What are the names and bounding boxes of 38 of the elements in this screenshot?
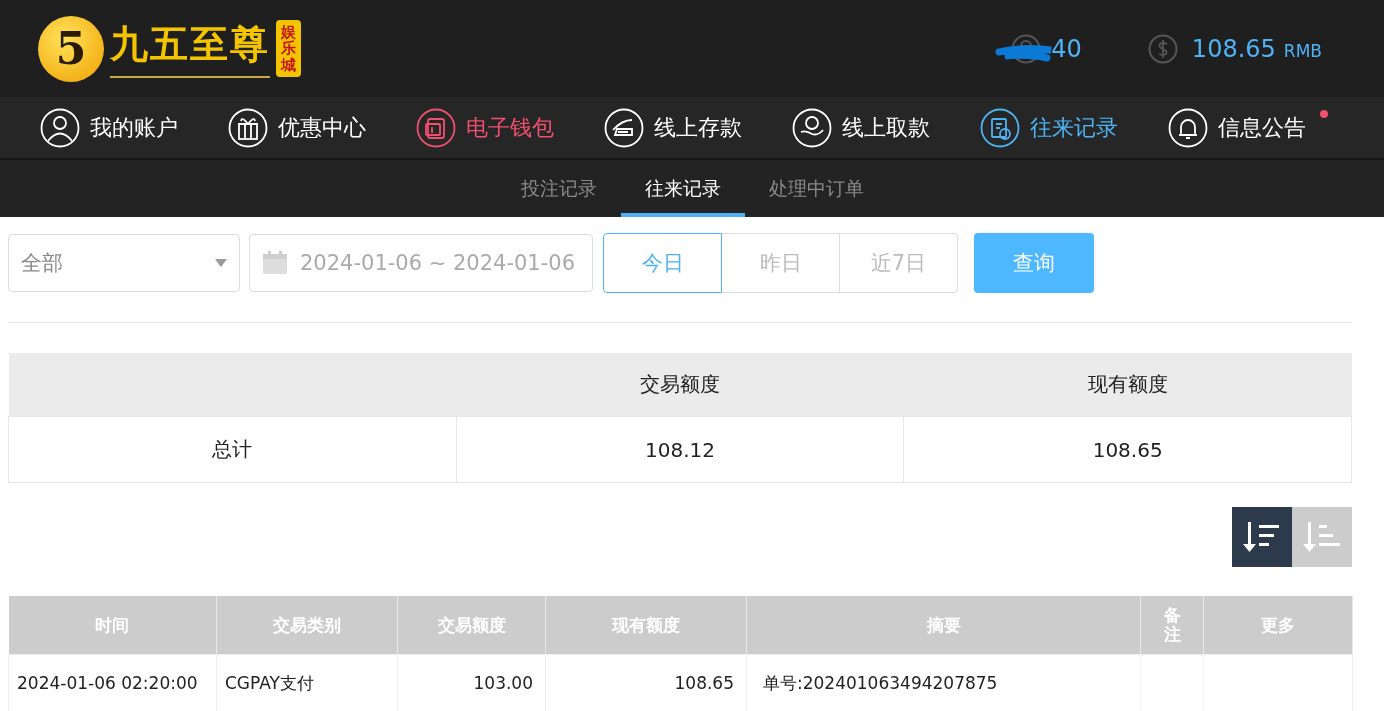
type-dropdown[interactable]: 全部 <box>8 234 240 292</box>
nav-tab[interactable]: 线上存款 <box>604 107 764 148</box>
table-cell: 108.12 <box>456 416 904 483</box>
nav-tab[interactable]: 线上取款 <box>792 107 952 148</box>
nav-tab[interactable]: 我的账户 <box>40 107 200 148</box>
sub-tab[interactable]: 处理中订单 <box>744 160 888 217</box>
nav-tab[interactable]: 电子钱包 <box>416 107 576 148</box>
logo-badge: 娱乐城 <box>276 19 301 78</box>
column-header: 现有额度 <box>903 353 1352 417</box>
sub-tab[interactable]: 投注记录 <box>496 160 621 217</box>
coin-hand-icon <box>792 107 832 148</box>
sub-tab[interactable]: 往来记录 <box>620 160 745 217</box>
wallet-icon <box>416 107 456 148</box>
table-cell: 103.00 <box>397 654 546 711</box>
clipboard-clock-icon <box>980 107 1020 148</box>
column-header: 交易额度 <box>456 353 904 417</box>
nav-tab[interactable]: 优惠中心 <box>228 107 388 148</box>
table-cell: 108.65 <box>903 416 1352 483</box>
table-cell: 总计 <box>8 416 457 483</box>
card-hand-icon <box>604 107 644 148</box>
logo-mark: 5 <box>38 15 104 82</box>
sort-button[interactable] <box>1232 507 1292 567</box>
caret-icon <box>215 259 227 267</box>
table-cell: 单号:202401063494207875 <box>746 654 1141 711</box>
dollar-icon <box>1147 33 1178 64</box>
table-cell: 108.65 <box>545 654 747 711</box>
nav-tab[interactable]: 往来记录 <box>980 107 1140 148</box>
table-cell: CGPAY支付 <box>216 654 398 711</box>
logo-text: 九五至尊 <box>110 19 270 78</box>
table-cell: 2024-01-06 02:20:00 <box>8 654 217 711</box>
nav-tab[interactable]: 信息公告 <box>1168 107 1328 148</box>
username: 40 <box>1051 34 1082 63</box>
notification-dot <box>1320 109 1328 118</box>
balance-amount: 108.65 <box>1191 34 1276 63</box>
gift-icon <box>228 107 268 148</box>
currency-label: RMB <box>1283 40 1322 61</box>
bell-icon <box>1168 107 1208 148</box>
calendar-icon <box>262 251 288 275</box>
